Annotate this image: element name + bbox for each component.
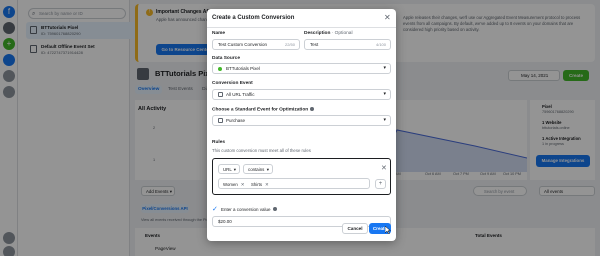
conversion-value-label: Enter a conversion value	[221, 207, 277, 212]
close-icon[interactable]: ✕	[384, 13, 391, 22]
rule-tag: Shirts ✕	[251, 182, 269, 187]
dialog-title: Create a Custom Conversion	[212, 15, 295, 21]
status-dot-icon	[218, 66, 222, 71]
standard-event-select[interactable]: Purchase ▾	[212, 115, 391, 126]
mouse-cursor-icon	[385, 226, 391, 234]
rule-values-input[interactable]: Women ✕ Shirts ✕	[218, 178, 370, 189]
rule-editor: URL ▾ contains ▾ ✕ Women ✕ Shirts ✕ +	[212, 158, 391, 195]
name-label: Name	[212, 31, 226, 36]
conversion-event-select[interactable]: All URL Traffic ▾	[212, 89, 391, 100]
description-input[interactable]: Test 4/100	[304, 39, 391, 50]
chevron-down-icon: ▾	[266, 167, 269, 172]
name-input[interactable]: Test Custom Conversion 22/50	[212, 39, 300, 50]
data-source-label: Data Source	[212, 56, 240, 61]
chevron-down-icon: ▾	[383, 91, 386, 97]
chevron-down-icon: ▾	[233, 167, 236, 172]
cancel-button[interactable]: Cancel	[342, 223, 368, 234]
conversion-value-checkbox[interactable]: ✓	[212, 206, 219, 213]
rule-field-select[interactable]: URL ▾	[218, 164, 240, 174]
name-char-count: 22/50	[284, 42, 295, 47]
data-source-select[interactable]: BTTutorials Pixel ▾	[212, 63, 391, 74]
rules-description: This custom conversion must meet all of …	[212, 148, 311, 153]
events-manager-app: f + ⌕ Search by name or ID BTTutorials P…	[0, 0, 600, 256]
remove-tag-icon[interactable]: ✕	[265, 182, 269, 187]
rule-tag: Women ✕	[223, 182, 245, 187]
cart-icon	[218, 118, 223, 124]
info-icon[interactable]	[309, 107, 314, 111]
description-label: Description · Optional	[304, 31, 353, 36]
add-rule-button[interactable]: +	[375, 179, 386, 189]
conversion-event-label: Conversion Event	[212, 81, 253, 86]
calendar-icon	[218, 92, 223, 98]
description-char-count: 4/100	[375, 42, 386, 47]
chevron-down-icon: ▾	[383, 117, 386, 123]
divider	[207, 27, 396, 28]
remove-rule-icon[interactable]: ✕	[381, 164, 387, 172]
remove-tag-icon[interactable]: ✕	[241, 182, 245, 187]
chevron-down-icon: ▾	[383, 65, 386, 71]
rules-label: Rules	[212, 140, 226, 145]
create-custom-conversion-dialog: Create a Custom Conversion ✕ Name Test C…	[207, 9, 396, 241]
info-icon[interactable]	[272, 207, 277, 211]
standard-event-label: Choose a Standard Event for Optimization	[212, 107, 314, 112]
rule-operator-select[interactable]: contains ▾	[243, 164, 273, 174]
